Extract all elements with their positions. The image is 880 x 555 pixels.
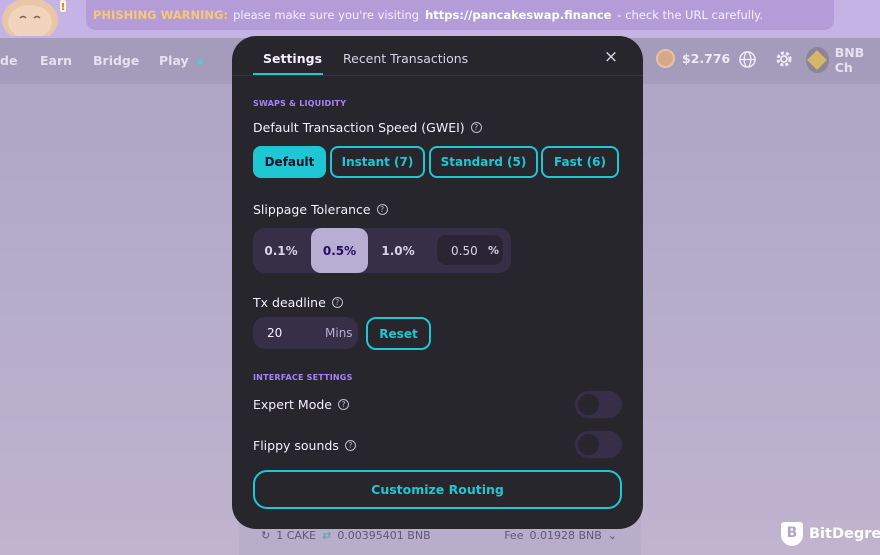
fee-value: 0.01928 BNB	[529, 529, 602, 542]
flippy-sounds-label: Flippy sounds ?	[253, 438, 356, 453]
cake-price-value: $2.776	[682, 51, 731, 66]
toggle-knob	[578, 434, 599, 455]
active-tab-indicator	[253, 73, 323, 75]
bitdegree-logo-icon: B	[781, 522, 803, 546]
help-icon[interactable]: ?	[376, 204, 388, 215]
tx-speed-label: Default Transaction Speed (GWEI) ?	[253, 120, 482, 135]
network-label: BNB Ch	[834, 45, 865, 75]
fee-label: Fee	[504, 529, 524, 542]
speed-default-button[interactable]: Default	[253, 146, 326, 178]
tx-speed-label-text: Default Transaction Speed (GWEI)	[253, 120, 465, 135]
warning-text: please make sure you're visiting	[233, 8, 420, 22]
cake-price[interactable]: $2.776	[656, 49, 730, 68]
deadline-unit: Mins	[325, 326, 353, 340]
flippy-sounds-label-text: Flippy sounds	[253, 438, 339, 453]
warning-label: PHISHING WARNING:	[93, 8, 229, 22]
globe-icon[interactable]	[738, 50, 757, 69]
slippage-0-5-button[interactable]: 0.5%	[311, 228, 368, 273]
gear-icon[interactable]	[774, 49, 794, 69]
official-url[interactable]: https://pancakeswap.finance	[425, 8, 611, 22]
interface-settings-heading: INTERFACE SETTINGS	[253, 373, 353, 382]
swap-arrows-icon[interactable]: ⇄	[322, 529, 331, 542]
bitdegree-watermark: B BitDegree	[781, 522, 880, 546]
expert-mode-toggle[interactable]	[575, 391, 622, 418]
refresh-icon: ↻	[261, 529, 271, 542]
tx-deadline-label-text: Tx deadline	[253, 295, 326, 310]
help-icon[interactable]: ?	[331, 297, 343, 308]
close-icon[interactable]: ×	[603, 49, 619, 66]
slippage-1-0-button[interactable]: 1.0%	[370, 228, 426, 273]
nav-item-trade[interactable]: de	[0, 53, 17, 68]
swaps-liquidity-heading: SWAPS & LIQUIDITY	[253, 99, 347, 108]
slippage-custom-input[interactable]: 0.50 %	[436, 234, 504, 266]
expert-mode-label: Expert Mode ?	[253, 397, 349, 412]
tab-recent-transactions[interactable]: Recent Transactions	[343, 51, 468, 66]
modal-tabs: Settings Recent Transactions ×	[232, 36, 643, 76]
speed-fast-button[interactable]: Fast (6)	[541, 146, 619, 178]
percent-sign: %	[488, 244, 500, 257]
toggle-knob	[578, 394, 599, 415]
rate-left: 1 CAKE	[276, 529, 317, 542]
watermark-text: BitDegree	[809, 526, 880, 542]
help-icon[interactable]: ?	[470, 122, 482, 133]
svg-text:!: !	[61, 2, 66, 13]
expert-mode-label-text: Expert Mode	[253, 397, 332, 412]
nav-item-earn[interactable]: Earn	[40, 53, 72, 68]
reset-button[interactable]: Reset	[366, 317, 431, 350]
new-dot-icon	[196, 58, 203, 65]
speed-standard-button[interactable]: Standard (5)	[429, 146, 538, 178]
tx-deadline-label: Tx deadline ?	[253, 295, 343, 310]
tab-settings[interactable]: Settings	[263, 51, 322, 66]
network-selector[interactable]: BNB Ch	[806, 45, 880, 75]
bunny-mascot-icon: !	[2, 0, 66, 36]
help-icon[interactable]: ?	[344, 440, 356, 451]
phishing-warning-message: PHISHING WARNING: please make sure you'r…	[86, 0, 834, 30]
rate-right: 0.00395401 BNB	[337, 529, 431, 542]
nav-item-bridge[interactable]: Bridge	[93, 53, 139, 68]
settings-modal: Settings Recent Transactions × SWAPS & L…	[232, 36, 643, 529]
deadline-value: 20	[267, 326, 283, 340]
slippage-label-text: Slippage Tolerance	[253, 202, 371, 217]
flippy-sounds-toggle[interactable]	[575, 431, 622, 458]
slippage-custom-value: 0.50	[451, 244, 478, 258]
phishing-warning-banner: ! PHISHING WARNING: please make sure you…	[0, 0, 880, 38]
nav-item-play[interactable]: Play	[159, 53, 203, 68]
price-rate[interactable]: ↻ 1 CAKE ⇄ 0.00395401 BNB	[261, 529, 431, 542]
bnb-chain-icon	[806, 47, 829, 73]
nav-play-label: Play	[159, 53, 189, 68]
warning-text-end: - check the URL carefully.	[617, 8, 763, 22]
speed-instant-button[interactable]: Instant (7)	[330, 146, 425, 178]
customize-routing-button[interactable]: Customize Routing	[253, 470, 622, 509]
slippage-0-1-button[interactable]: 0.1%	[253, 228, 309, 273]
help-icon[interactable]: ?	[338, 399, 349, 410]
fee-info[interactable]: Fee 0.01928 BNB ⌄	[504, 529, 617, 542]
slippage-label: Slippage Tolerance ?	[253, 202, 388, 217]
cake-token-icon	[656, 49, 675, 68]
slippage-options: 0.1% 0.5% 1.0% 0.50 %	[253, 228, 511, 273]
tx-deadline-input[interactable]: 20 Mins	[253, 317, 358, 349]
chevron-down-icon: ⌄	[607, 529, 617, 542]
